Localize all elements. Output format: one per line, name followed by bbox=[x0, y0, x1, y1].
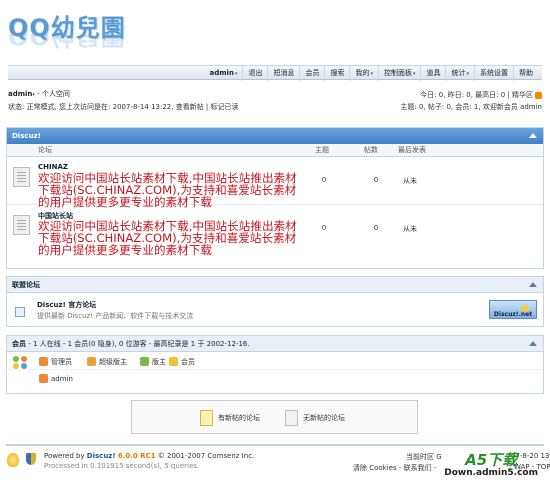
partner-title: 联盟论坛 bbox=[12, 281, 40, 289]
online-user[interactable]: admin bbox=[39, 374, 73, 384]
partner-logo[interactable]: Discuz!.net bbox=[489, 300, 537, 319]
partner-forums-box: 联盟论坛 Discuz! 官方论坛 提供最新 Discuz! 产品新闻、软件下载… bbox=[6, 276, 544, 327]
online-members-box: 会员 - 1 人在线 - 1 会员(0 隐身), 0 位游客 - 最高纪录是 1… bbox=[6, 335, 544, 394]
site-logo[interactable]: QQ幼兒園 QQ幼兒園 bbox=[8, 8, 138, 58]
partner-row: Discuz! 官方论坛 提供最新 Discuz! 产品新闻、软件下载与技术交流… bbox=[7, 293, 543, 326]
member-icon bbox=[169, 357, 178, 366]
powered-by: Powered by Discuz! 6.0.0 RC1 © 2001-2007… bbox=[44, 452, 255, 460]
stats-totals: 主题: 0, 帖子: 0, 会员: 1, 欢迎新会员 admin bbox=[400, 103, 542, 111]
category-title[interactable]: Discuz! bbox=[12, 132, 41, 140]
menu-search[interactable]: 搜索 bbox=[324, 66, 349, 81]
footer-links-text[interactable]: 清除 Cookies - 联系我们 - bbox=[353, 464, 436, 472]
forum-name[interactable]: CHINAZ bbox=[38, 163, 68, 171]
menu-messages[interactable]: 短消息 bbox=[267, 66, 299, 81]
col-last-post: 最后发表 bbox=[398, 146, 426, 154]
partner-description: 提供最新 Discuz! 产品新闻、软件下载与技术交流 bbox=[37, 312, 194, 320]
rss-icon[interactable] bbox=[535, 91, 542, 99]
legend-new-posts: 有新帖的论坛 bbox=[200, 410, 260, 426]
forum-column-header: 论坛 主题 帖数 最后发表 bbox=[7, 144, 543, 157]
forum-description: 欢迎访问中国站长站素材下载,中国站长站推出素材下载站(SC.CHINAZ.COM… bbox=[38, 219, 297, 257]
forum-last-post: 从未 bbox=[403, 225, 417, 233]
forum-new-icon bbox=[200, 410, 213, 426]
version-label: 6.0.0 RC1 bbox=[117, 452, 156, 460]
chevron-down-icon: ▾ bbox=[412, 71, 416, 77]
link-icon bbox=[15, 307, 25, 317]
footer-links: 清除 Cookies - 联系我们 - bbox=[353, 463, 436, 473]
menu-control-panel[interactable]: 控制面板▾ bbox=[377, 66, 421, 81]
legend-no-new-posts: 无新帖的论坛 bbox=[285, 410, 345, 426]
online-summary: - 1 人在线 - 1 会员(0 隐身), 0 位游客 - 最高纪录是 1 于 … bbox=[26, 340, 250, 348]
forum-posts: 0 bbox=[373, 224, 379, 232]
member-group-legend: 管理员 超级版主 版主 会员 bbox=[7, 352, 543, 370]
online-label[interactable]: 会员 bbox=[12, 340, 26, 348]
col-posts: 帖数 bbox=[364, 146, 378, 154]
chevron-down-icon: ▾ bbox=[466, 71, 469, 77]
forum-last-post: 从未 bbox=[403, 177, 417, 185]
group-member: 会员 bbox=[169, 357, 195, 367]
chevron-down-icon: ▾ bbox=[234, 71, 238, 77]
logo-reflection: QQ幼兒園 bbox=[8, 34, 126, 50]
partner-name[interactable]: Discuz! 官方论坛 bbox=[37, 300, 96, 310]
processed-info: Processed in 0.101915 second(s), 5 queri… bbox=[44, 462, 200, 470]
category-header: Discuz! bbox=[7, 128, 543, 144]
col-forum: 论坛 bbox=[38, 146, 52, 154]
menu-admin[interactable]: admin▾ bbox=[205, 66, 243, 81]
forum-topics: 0 bbox=[321, 176, 327, 184]
forum-no-new-icon bbox=[13, 167, 30, 187]
menu-mine[interactable]: 我的▾ bbox=[349, 66, 378, 81]
watermark: A5下载 Down.admin5.com bbox=[444, 452, 538, 478]
menu-stats[interactable]: 统计▾ bbox=[445, 66, 474, 81]
watermark-logo: A5下载 bbox=[465, 451, 518, 469]
online-user-list: admin bbox=[7, 370, 543, 388]
menu-tools[interactable]: 道具 bbox=[420, 66, 445, 81]
forum-row: 中国站长站 欢迎访问中国站长站素材下载,中国站长站推出素材下载站(SC.CHIN… bbox=[7, 205, 543, 257]
status-line: 状态: 正常模式, 您上次访问是在: 2007-8-14 13:22, 查看新帖… bbox=[8, 103, 239, 111]
collapse-icon[interactable] bbox=[529, 133, 537, 138]
super-moderator-icon bbox=[87, 357, 96, 366]
menu-members[interactable]: 会员 bbox=[299, 66, 324, 81]
admin-user-icon bbox=[39, 357, 48, 366]
online-users-icon bbox=[13, 356, 29, 370]
lightbulb-icon bbox=[7, 453, 19, 467]
forum-description: 欢迎访问中国站长站素材下载,中国站长站推出素材下载站(SC.CHINAZ.COM… bbox=[38, 171, 297, 209]
moderator-icon bbox=[140, 357, 149, 366]
forum-no-new-icon bbox=[285, 410, 298, 426]
watermark-url: Down.admin5.com bbox=[444, 468, 538, 478]
stats-today: 今日: 0, 昨日: 0, 最高日: 0 | 精华区 bbox=[420, 91, 533, 99]
group-admin: 管理员 bbox=[39, 357, 72, 367]
menu-help[interactable]: 帮助 bbox=[513, 66, 538, 81]
top-menu-bar: admin▾ 退出 短消息 会员 搜索 我的▾ 控制面板▾ 道具 统计▾ 系统设… bbox=[8, 65, 542, 81]
forum-row: CHINAZ 欢迎访问中国站长站素材下载,中国站长站推出素材下载站(SC.CHI… bbox=[7, 157, 543, 209]
forum-posts: 0 bbox=[373, 176, 379, 184]
collapse-icon[interactable] bbox=[529, 282, 537, 287]
user-bar: admin▾ - 个人空间 bbox=[8, 90, 70, 98]
menu-settings[interactable]: 系统设置 bbox=[474, 66, 513, 81]
username-link[interactable]: admin bbox=[8, 90, 32, 98]
collapse-icon[interactable] bbox=[529, 341, 537, 346]
forum-category-box: Discuz! 论坛 主题 帖数 最后发表 CHINAZ 欢迎访问中国站长站素材… bbox=[6, 127, 544, 269]
product-link[interactable]: Discuz! bbox=[87, 452, 116, 460]
forum-topics: 0 bbox=[321, 224, 327, 232]
space-link[interactable]: 个人空间 bbox=[42, 90, 70, 98]
top-menu: admin▾ 退出 短消息 会员 搜索 我的▾ 控制面板▾ 道具 统计▾ 系统设… bbox=[205, 66, 538, 81]
col-topics: 主题 bbox=[315, 146, 329, 154]
group-super-moderator: 超级版主 bbox=[87, 357, 127, 367]
partner-header: 联盟论坛 bbox=[7, 277, 543, 293]
shield-icon bbox=[26, 453, 36, 465]
menu-logout[interactable]: 退出 bbox=[242, 66, 267, 81]
chevron-down-icon: ▾ bbox=[32, 92, 35, 98]
site-stats: 今日: 0, 昨日: 0, 最高日: 0 | 精华区 主题: 0, 帖子: 0,… bbox=[400, 89, 542, 113]
chevron-down-icon: ▾ bbox=[370, 71, 373, 77]
online-header: 会员 - 1 人在线 - 1 会员(0 隐身), 0 位游客 - 最高纪录是 1… bbox=[7, 336, 543, 352]
admin-user-icon bbox=[39, 374, 48, 383]
timezone-info: 当前时区 G bbox=[406, 453, 442, 461]
forum-no-new-icon bbox=[13, 215, 30, 235]
group-moderator: 版主 bbox=[140, 357, 166, 367]
forum-icon-legend: 有新帖的论坛 无新帖的论坛 bbox=[131, 400, 418, 434]
